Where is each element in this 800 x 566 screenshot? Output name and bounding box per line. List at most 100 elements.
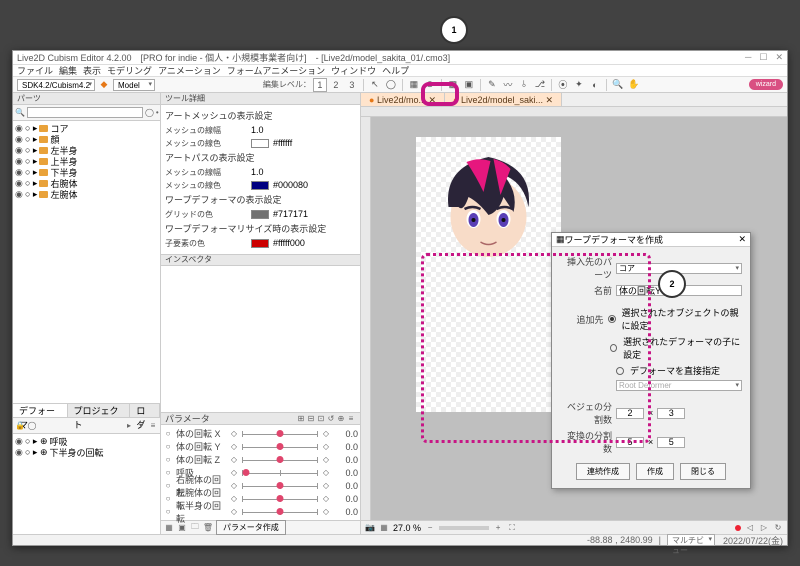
grid-color-swatch[interactable] — [251, 210, 269, 219]
menu-file[interactable]: ファイル — [17, 64, 53, 77]
param-key-icon[interactable]: 🗀 — [190, 523, 200, 533]
path-color-swatch[interactable] — [251, 181, 269, 190]
param-slider[interactable] — [242, 443, 318, 451]
param-key-icon[interactable]: ◇ — [321, 494, 331, 504]
param-folder-icon[interactable]: ▣ — [177, 523, 187, 533]
create-warp-deformer-icon[interactable]: ▦ — [407, 78, 421, 92]
tool-zoom-icon[interactable]: 🔍 — [611, 78, 625, 92]
mode-combo[interactable]: Model — [113, 79, 155, 91]
menu-formanimation[interactable]: フォームアニメーション — [227, 64, 325, 77]
param-drop-icon[interactable]: ◇ — [229, 494, 239, 504]
param-drop-icon[interactable]: ◇ — [229, 507, 239, 517]
convert-y-input[interactable] — [657, 437, 685, 448]
param-key-icon[interactable]: ◇ — [321, 455, 331, 465]
create-rotation-deformer-icon[interactable]: ⊕ — [423, 78, 437, 92]
param-slider[interactable] — [242, 482, 318, 490]
dialog-close-icon[interactable]: ✕ — [738, 234, 746, 245]
param-key-icon[interactable]: ◇ — [321, 507, 331, 517]
radio-child[interactable] — [610, 344, 617, 352]
tool-brush-icon[interactable]: 〰 — [501, 78, 515, 92]
canvas-tab-2[interactable]: ● Live2d/model_saki... ✕ — [445, 93, 562, 106]
loop-icon[interactable]: ↻ — [773, 523, 783, 533]
param-drop-icon[interactable]: ◇ — [229, 481, 239, 491]
param-link-icon[interactable]: ○ — [163, 442, 173, 452]
tool-camera-icon[interactable]: ⦿ — [556, 78, 570, 92]
canvas-view[interactable]: ▦ ワープデフォーマを作成 ✕ 挿入先のパーツコア 名前 追加先選択されたオブジ… — [371, 117, 787, 520]
lock-icon[interactable]: 🔒 — [15, 421, 25, 431]
menu-animation[interactable]: アニメーション — [158, 64, 221, 77]
model-mode-icon[interactable]: ◆ — [97, 78, 111, 92]
param-add-icon[interactable]: ▦ — [164, 523, 174, 533]
tool-mesh-icon[interactable]: ▩ — [446, 78, 460, 92]
param-menu-icon[interactable]: ≡ — [346, 414, 356, 424]
param-slider[interactable] — [242, 495, 318, 503]
param-drop-icon[interactable]: ◇ — [229, 442, 239, 452]
param-drop-icon[interactable]: ◇ — [229, 455, 239, 465]
grid-icon[interactable]: ▦ — [379, 523, 389, 533]
param-slider[interactable] — [242, 508, 318, 516]
menu2-icon[interactable]: ≡ — [148, 421, 158, 431]
param-link-icon[interactable]: ○ — [163, 455, 173, 465]
tool-path-icon[interactable]: ⎇ — [533, 78, 547, 92]
param-icon5[interactable]: ⊕ — [336, 414, 346, 424]
parts-search-input[interactable] — [27, 107, 143, 118]
tool-lasso-icon[interactable]: ◯ — [384, 78, 398, 92]
dot-icon[interactable]: • — [156, 108, 159, 118]
circle-icon[interactable]: ◯ — [145, 108, 154, 118]
param-key-icon[interactable]: ◇ — [321, 468, 331, 478]
wizard-badge[interactable]: wizard — [749, 79, 783, 90]
param-slider[interactable] — [242, 430, 318, 438]
param-drop-icon[interactable]: ◇ — [229, 468, 239, 478]
tool-magic-icon[interactable]: ✦ — [572, 78, 586, 92]
tool-blend-icon[interactable]: ◐ — [588, 78, 602, 92]
continue-create-button[interactable]: 連続作成 — [576, 463, 630, 480]
edit-level-3[interactable]: 3 — [345, 78, 359, 92]
param-create-button[interactable]: パラメータ作成 — [216, 520, 286, 535]
minimize-icon[interactable]: ─ — [745, 52, 751, 63]
snapshot-icon[interactable]: 📷 — [365, 523, 375, 533]
radio-parent[interactable] — [608, 315, 616, 323]
collapse2-icon[interactable]: ▸ — [124, 421, 134, 431]
param-icon4[interactable]: ↺ — [326, 414, 336, 424]
zoom-in-icon[interactable]: + — [493, 523, 503, 533]
tool-arrow-icon[interactable]: ↖ — [368, 78, 382, 92]
param-icon2[interactable]: ⊟ — [306, 414, 316, 424]
sdk-combo[interactable]: SDK4.2/Cubism4.2 — [17, 79, 95, 91]
tab-deformer[interactable]: デフォーマ — [13, 404, 68, 417]
convert-x-input[interactable] — [616, 437, 644, 448]
menu-view[interactable]: 表示 — [83, 64, 101, 77]
expand2-icon[interactable]: ▾ — [136, 421, 146, 431]
param-key-icon[interactable]: ◇ — [321, 442, 331, 452]
prev-icon[interactable]: ◁ — [745, 523, 755, 533]
param-link-icon[interactable]: ○ — [163, 494, 173, 504]
param-icon1[interactable]: ⊞ — [296, 414, 306, 424]
tab-project[interactable]: プロジェクト — [68, 404, 131, 417]
menu-help[interactable]: ヘルプ — [382, 64, 409, 77]
edit-level-2[interactable]: 2 — [329, 78, 343, 92]
maximize-icon[interactable]: ☐ — [759, 52, 767, 63]
param-link-icon[interactable]: ○ — [163, 468, 173, 478]
tool-pen-icon[interactable]: ✎ — [485, 78, 499, 92]
param-key-icon[interactable]: ◇ — [321, 429, 331, 439]
child-color-swatch[interactable] — [251, 239, 269, 248]
close-button[interactable]: 閉じる — [680, 463, 726, 480]
close-icon[interactable]: ✕ — [775, 52, 783, 63]
bezier-y-input[interactable] — [657, 408, 685, 419]
menu-edit[interactable]: 編集 — [59, 64, 77, 77]
canvas-tab-1[interactable]: ● Live2d/mo... ✕ — [361, 93, 445, 106]
circle2-icon[interactable]: ◯ — [27, 421, 37, 431]
view-mode-combo[interactable]: マルチビュー — [667, 534, 715, 546]
bezier-x-input[interactable] — [616, 408, 644, 419]
radio-direct[interactable] — [616, 367, 624, 375]
deformer-tree[interactable]: ◉○ ▸ ⊕呼吸 ◉○ ▸ ⊕下半身の回転 — [13, 434, 160, 534]
param-icon3[interactable]: ⊡ — [316, 414, 326, 424]
menu-modeling[interactable]: モデリング — [107, 64, 152, 77]
zoom-out-icon[interactable]: − — [425, 523, 435, 533]
play-icon[interactable]: ▷ — [759, 523, 769, 533]
param-link-icon[interactable]: ○ — [163, 507, 173, 517]
tool-glue-icon[interactable]: ⫰ — [517, 78, 531, 92]
param-slider[interactable] — [242, 469, 318, 477]
record-icon[interactable] — [735, 525, 741, 531]
zoom-slider[interactable] — [439, 526, 489, 530]
fit-icon[interactable]: ⛶ — [507, 523, 517, 533]
